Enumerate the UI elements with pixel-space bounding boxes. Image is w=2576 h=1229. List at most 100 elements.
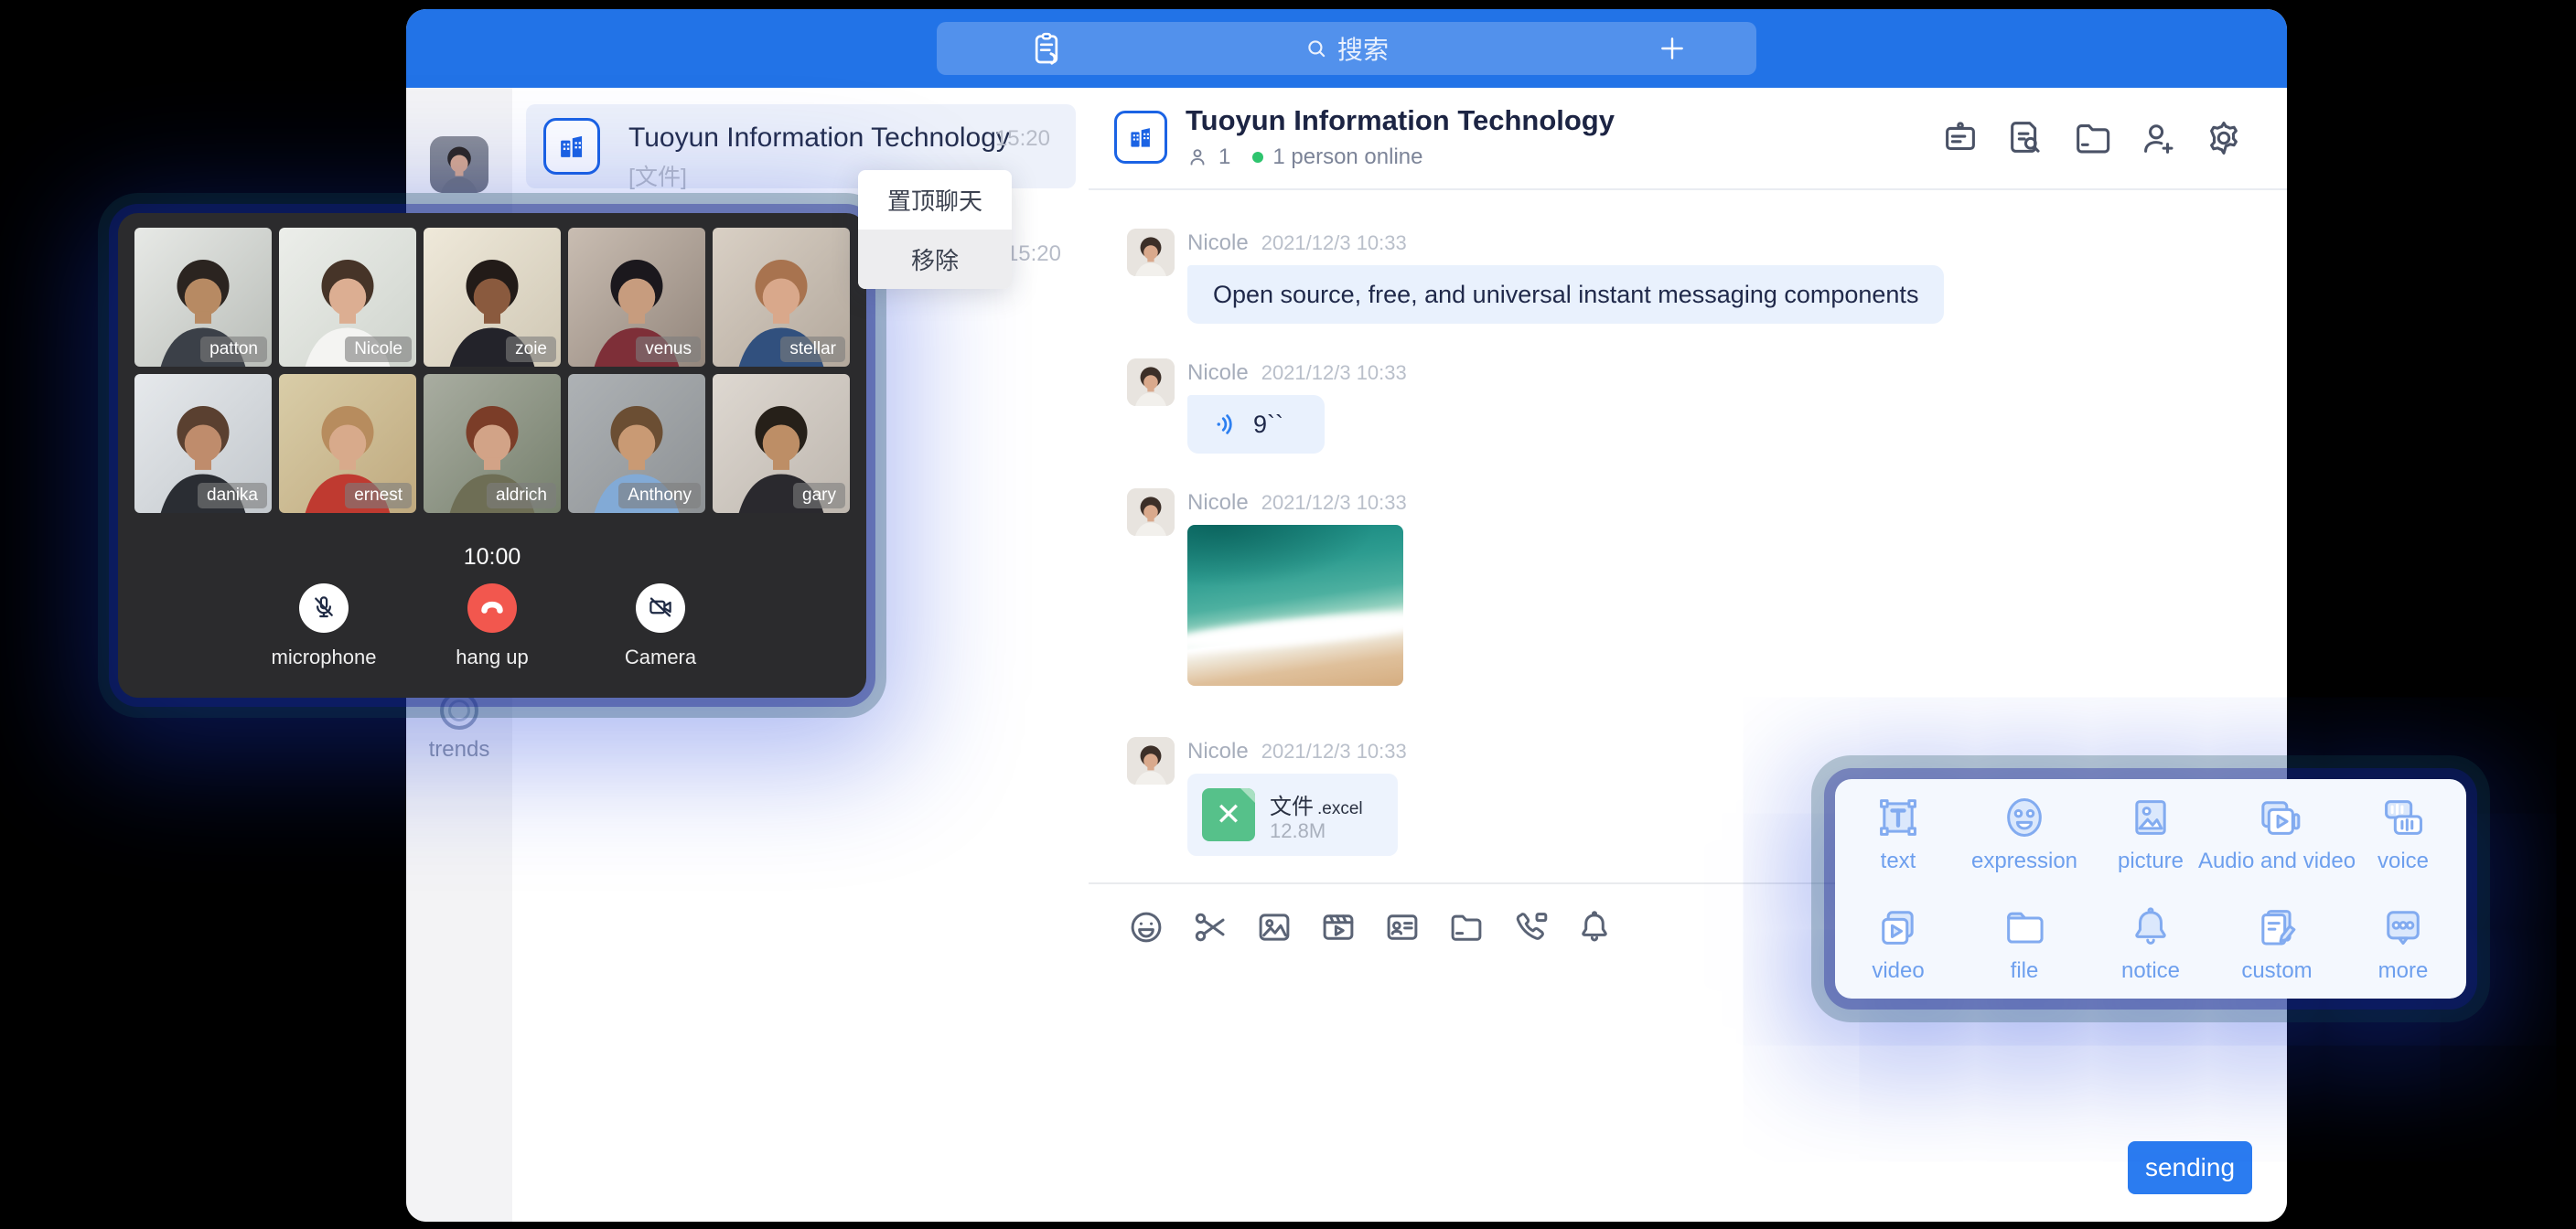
feature-expression[interactable]: expression (1961, 779, 2088, 889)
contact-card-icon[interactable] (1383, 908, 1422, 946)
conversation-time: 15:20 (995, 126, 1050, 152)
microphone-off-icon (310, 593, 338, 624)
feature-video[interactable]: video (1835, 889, 1961, 999)
search-input[interactable]: 搜索 (937, 22, 1756, 75)
feature-label: notice (2121, 958, 2180, 984)
feature-picture[interactable]: picture (2088, 779, 2214, 889)
send-button[interactable]: sending (2128, 1141, 2252, 1194)
feature-more[interactable]: more (2340, 889, 2466, 999)
participant-video-tile: ernest (279, 374, 416, 513)
feature-notice[interactable]: notice (2088, 889, 2214, 999)
call-control-hang-up: hang up (437, 583, 547, 669)
top-bar: 搜索 (406, 9, 2287, 88)
participant-name-tag: danika (198, 483, 267, 508)
sender-name: Nicole (1187, 230, 1249, 256)
feature-label: expression (1971, 849, 2077, 874)
participant-name-tag: zoie (506, 337, 556, 362)
participant-name-tag: gary (793, 483, 845, 508)
video-clip-icon[interactable] (1319, 908, 1358, 946)
custom-feature-icon (2253, 903, 2301, 951)
participant-video-tile: zoie (424, 228, 561, 367)
message-time: 2021/12/3 10:33 (1261, 740, 1407, 764)
call-control-label: Camera (606, 646, 715, 669)
participant-name-tag: aldrich (487, 483, 556, 508)
participant-video-tile: danika (134, 374, 272, 513)
feature-custom[interactable]: custom (2214, 889, 2340, 999)
expression-feature-icon (2001, 794, 2048, 841)
file-archive-icon[interactable] (2071, 117, 2113, 159)
conversation-last-message: [文件] (628, 159, 687, 192)
feature-audio-and-video[interactable]: Audio and video (2214, 779, 2340, 889)
announcement-icon[interactable] (1939, 117, 1981, 159)
file-feature-icon (2001, 903, 2048, 951)
hang-up-button[interactable] (467, 583, 517, 633)
video-call-window: patton Nicole zoie venus ste (118, 213, 866, 698)
text-bubble: Open source, free, and universal instant… (1187, 265, 1944, 324)
group-building-icon (1114, 111, 1167, 164)
conversation-context-menu: 置顶聊天 移除 (858, 170, 1012, 289)
sender-avatar[interactable] (1127, 229, 1175, 276)
message-time: 2021/12/3 10:33 (1261, 491, 1407, 515)
sender-avatar[interactable] (1127, 737, 1175, 785)
folder-icon[interactable] (1447, 908, 1486, 946)
image-icon[interactable] (1255, 908, 1293, 946)
participant-name-tag: patton (200, 337, 267, 362)
feature-text[interactable]: text (1835, 779, 1961, 889)
conversation-title: Tuoyun Information Technology (628, 123, 1031, 154)
add-member-icon[interactable] (2137, 117, 2179, 159)
chat-meta: 1 1 person online (1186, 144, 1422, 170)
participant-video-tile: aldrich (424, 374, 561, 513)
plus-icon[interactable] (1658, 34, 1687, 63)
search-icon (1304, 37, 1328, 60)
call-timer: 10:00 (118, 544, 866, 571)
chat-header-actions (1939, 117, 2245, 159)
trends-label: trends (406, 737, 512, 763)
hang-up-icon (477, 592, 508, 625)
feature-label: file (2011, 958, 2039, 984)
conversation-time: 15:20 (1006, 241, 1061, 267)
sender-avatar[interactable] (1127, 488, 1175, 536)
participant-video-tile: gary (713, 374, 850, 513)
emoji-icon[interactable] (1127, 908, 1165, 946)
menu-item-remove[interactable]: 移除 (858, 230, 1012, 289)
file-message-card[interactable]: ✕ 文件.excel 12.8M (1187, 774, 1398, 856)
participant-name-tag: Nicole (345, 337, 412, 362)
beach-photo-message[interactable] (1187, 525, 1403, 686)
picture-feature-icon (2127, 794, 2174, 841)
call-control-microphone: microphone (269, 583, 379, 669)
video-feature-icon (1874, 903, 1922, 951)
call-icon[interactable] (1511, 908, 1550, 946)
current-user-avatar[interactable] (430, 136, 488, 193)
file-size: 12.8M (1270, 819, 1326, 843)
notification-icon[interactable] (1575, 908, 1614, 946)
sender-name: Nicole (1187, 490, 1249, 516)
microphone-off-button[interactable] (299, 583, 349, 633)
message-time: 2021/12/3 10:33 (1261, 231, 1407, 255)
message-type-panel: text expression picture Audio and video … (1835, 779, 2466, 999)
feature-label: picture (2118, 849, 2184, 874)
participant-video-tile: Nicole (279, 228, 416, 367)
members-icon (1186, 145, 1209, 169)
settings-icon[interactable] (2203, 117, 2245, 159)
participant-video-tile: venus (568, 228, 705, 367)
sender-name: Nicole (1187, 360, 1249, 386)
page-background: 搜索 trend (0, 0, 2576, 1229)
online-dot (1252, 152, 1263, 163)
camera-off-button[interactable] (636, 583, 685, 633)
feature-label: more (2378, 958, 2429, 984)
notice-feature-icon (2127, 903, 2174, 951)
chat-record-icon[interactable] (2005, 117, 2047, 159)
file-name: 文件 (1270, 795, 1314, 819)
excel-file-icon: ✕ (1202, 788, 1255, 841)
sender-avatar[interactable] (1127, 358, 1175, 406)
feature-label: Audio and video (2198, 849, 2356, 874)
avatar-illustration (430, 136, 488, 193)
screenshot-icon[interactable] (1191, 908, 1229, 946)
menu-item-pin-chat[interactable]: 置顶聊天 (858, 170, 1012, 230)
voice-bubble[interactable]: 9`` (1187, 395, 1325, 454)
call-control-Camera: Camera (606, 583, 715, 669)
sidebar-item-trends[interactable]: trends (406, 691, 512, 763)
feature-voice[interactable]: voice (2340, 779, 2466, 889)
feature-file[interactable]: file (1961, 889, 2088, 999)
text-feature-icon (1874, 794, 1922, 841)
